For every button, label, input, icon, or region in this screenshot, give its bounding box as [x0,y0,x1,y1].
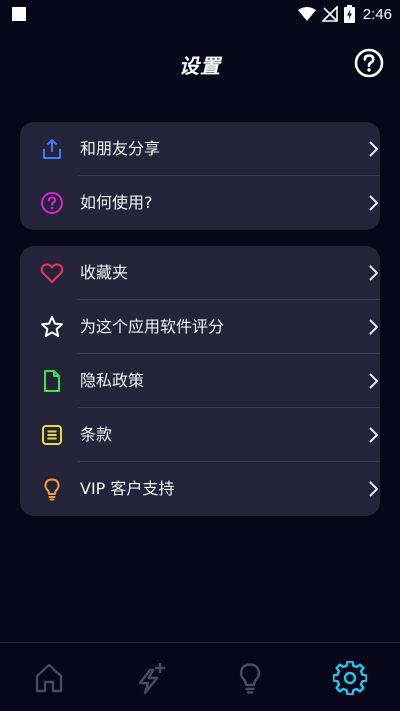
terms-row[interactable]: 条款 [20,408,380,462]
question-circle-icon [41,192,63,214]
privacy-policy-row[interactable]: 隐私政策 [20,354,380,408]
vip-support-row[interactable]: VIP 客户支持 [20,462,380,516]
status-time: 2:46 [362,5,392,23]
chevron-right-icon [369,427,379,443]
notification-icon [12,7,26,21]
terms-label: 条款 [80,425,113,444]
status-bar: 2:46 [0,0,400,28]
home-icon[interactable] [32,661,66,695]
lightning-plus-icon[interactable] [134,661,168,695]
favorites-row[interactable]: 收藏夹 [20,246,380,300]
page-title: 设置 [179,54,221,78]
how-to-use-label: 如何使用? [80,193,153,212]
status-icons: 2:46 [297,4,392,24]
chevron-right-icon [369,141,379,157]
settings-group-general: 收藏夹 为这个应用软件评分 隐私政策 条款 VIP 客户支持 [20,246,380,516]
bottom-navigation [0,642,400,711]
vip-support-label: VIP 客户支持 [80,479,175,498]
lightbulb-icon[interactable] [233,661,267,695]
chevron-right-icon [369,481,379,497]
rate-app-label: 为这个应用软件评分 [80,317,225,336]
chevron-right-icon [369,265,379,281]
gear-icon[interactable] [333,661,367,695]
heart-icon [40,263,64,283]
chevron-right-icon [369,319,379,335]
how-to-use-row[interactable]: 如何使用? [20,176,380,230]
share-icon [43,139,61,159]
settings-group-share: 和朋友分享 如何使用? [20,122,380,230]
battery-charging-icon [343,5,355,23]
lightbulb-icon [44,478,60,501]
wifi-icon [297,7,316,21]
chevron-right-icon [369,373,379,389]
settings-screen: 2:46 设置 和朋友分享 如何使用? 收藏夹 为这个应用软件评分 隐私政策 条… [0,0,400,711]
help-circle-icon[interactable] [354,48,384,78]
star-icon [41,316,63,337]
privacy-policy-label: 隐私政策 [80,371,145,390]
share-with-friends-row[interactable]: 和朋友分享 [20,122,380,176]
rate-app-row[interactable]: 为这个应用软件评分 [20,300,380,354]
share-with-friends-label: 和朋友分享 [80,139,161,158]
chevron-right-icon [369,195,379,211]
no-signal-icon [321,6,338,22]
favorites-label: 收藏夹 [80,263,129,282]
list-icon [42,425,62,445]
document-icon [44,370,60,392]
